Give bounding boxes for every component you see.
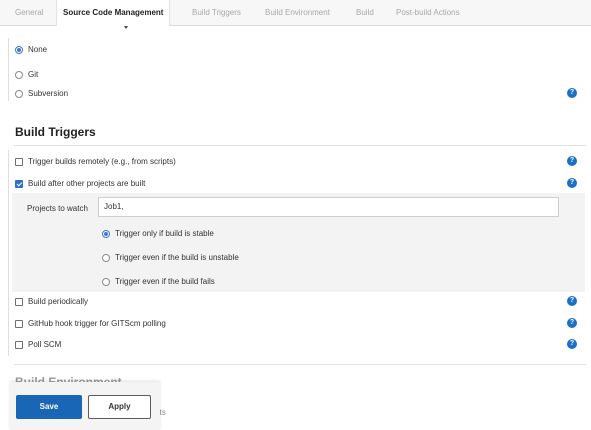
save-button[interactable]: Save [16, 395, 82, 419]
section-divider [14, 145, 586, 146]
scm-option-none[interactable]: None [15, 45, 47, 54]
radio-selected-icon[interactable] [102, 229, 110, 238]
trigger-remotely-label: Trigger builds remotely (e.g., from scri… [28, 157, 176, 166]
scm-section-rule [8, 38, 9, 101]
trigger-stable-option[interactable]: Trigger only if build is stable [102, 229, 214, 238]
trigger-remotely-option[interactable]: Trigger builds remotely (e.g., from scri… [15, 157, 176, 166]
trigger-stable-label: Trigger only if build is stable [115, 229, 214, 238]
radio-icon[interactable] [102, 253, 110, 262]
build-after-label: Build after other projects are built [28, 179, 146, 188]
help-icon[interactable]: ? [567, 178, 577, 188]
help-icon[interactable]: ? [567, 88, 577, 98]
trigger-unstable-label: Trigger even if the build is unstable [115, 253, 239, 262]
help-icon[interactable]: ? [567, 339, 577, 349]
checkbox-icon[interactable] [15, 319, 23, 328]
trigger-fails-option[interactable]: Trigger even if the build fails [102, 277, 215, 286]
section-divider [14, 364, 586, 365]
checkbox-icon[interactable] [15, 297, 23, 306]
checkbox-icon[interactable] [15, 340, 23, 349]
tab-general[interactable]: General [15, 0, 43, 25]
tab-build-environment[interactable]: Build Environment [265, 0, 330, 25]
radio-icon[interactable] [15, 89, 23, 98]
help-icon[interactable]: ? [567, 156, 577, 166]
scm-option-none-label: None [28, 45, 48, 54]
scm-option-git-label: Git [28, 70, 39, 79]
tab-build[interactable]: Build [356, 0, 374, 25]
tab-post-build-actions[interactable]: Post-build Actions [396, 0, 460, 25]
checkbox-checked-icon[interactable] [15, 179, 23, 188]
trigger-fails-label: Trigger even if the build fails [115, 277, 215, 286]
radio-icon[interactable] [102, 277, 110, 286]
build-triggers-title: Build Triggers [15, 125, 96, 139]
radio-icon[interactable] [15, 70, 23, 79]
github-hook-option[interactable]: GitHub hook trigger for GITScm polling [15, 319, 166, 328]
build-after-option[interactable]: Build after other projects are built [15, 179, 145, 188]
checkbox-icon[interactable] [15, 157, 23, 166]
apply-button[interactable]: Apply [88, 395, 151, 419]
github-hook-label: GitHub hook trigger for GITScm polling [28, 319, 166, 328]
trigger-unstable-option[interactable]: Trigger even if the build is unstable [102, 253, 239, 262]
scm-option-git[interactable]: Git [15, 70, 38, 79]
tab-source-code-management[interactable]: Source Code Management [56, 0, 171, 26]
scm-option-subversion-label: Subversion [28, 89, 69, 98]
tab-build-triggers[interactable]: Build Triggers [192, 0, 241, 25]
projects-to-watch-input[interactable]: Job1, [98, 197, 559, 217]
radio-selected-icon[interactable] [15, 45, 23, 54]
help-icon[interactable]: ? [567, 318, 577, 328]
help-icon[interactable]: ? [567, 296, 577, 306]
build-periodically-label: Build periodically [28, 297, 89, 306]
poll-scm-option[interactable]: Poll SCM [15, 340, 61, 349]
projects-to-watch-label: Projects to watch [27, 204, 88, 213]
active-tab-caret-icon [124, 26, 128, 29]
build-periodically-option[interactable]: Build periodically [15, 297, 88, 306]
scm-option-subversion[interactable]: Subversion [15, 89, 68, 98]
poll-scm-label: Poll SCM [28, 340, 62, 349]
triggers-section-rule [8, 150, 9, 356]
config-tab-bar: General Source Code Management Build Tri… [0, 0, 591, 26]
